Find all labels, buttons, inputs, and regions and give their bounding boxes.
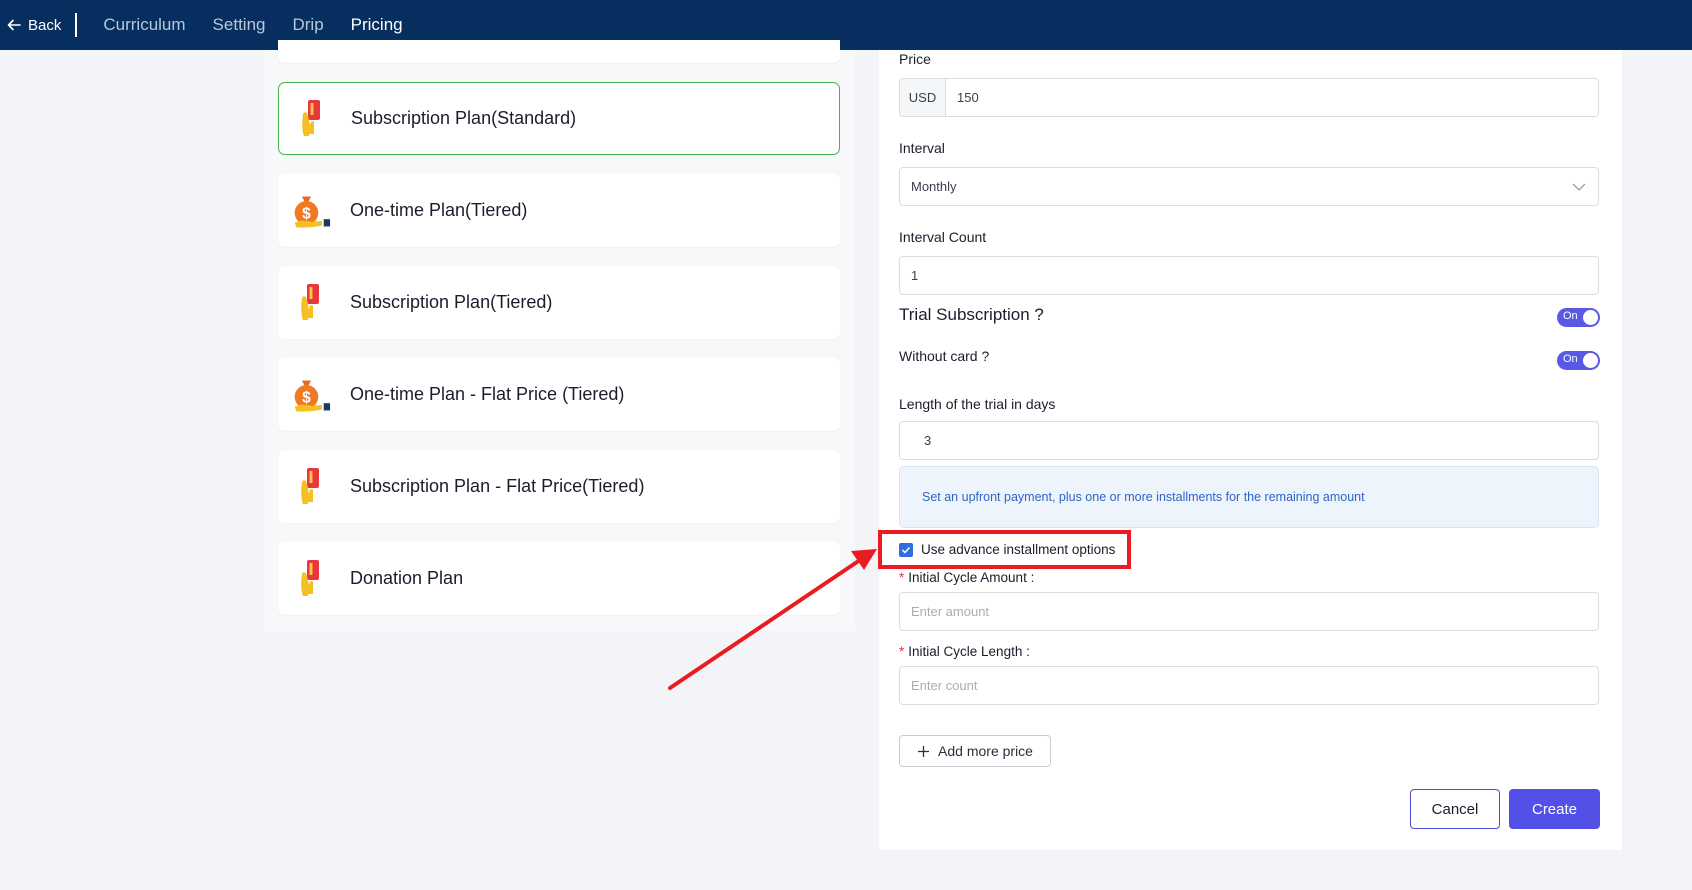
plan-name: Donation Plan (350, 568, 464, 588)
price-input[interactable]: USD 150 (899, 78, 1599, 117)
plan-name: One-time Plan(Tiered) (350, 200, 528, 220)
plan-name: Subscription Plan(Tiered) (350, 292, 553, 312)
trial-length-value: 3 (924, 433, 932, 448)
create-button[interactable]: Create (1509, 789, 1600, 829)
advance-installment-label: Use advance installment options (921, 542, 1116, 557)
without-card-label: Without card ? (899, 348, 990, 364)
money-bag-icon: $ (291, 187, 331, 235)
plan-card-donation[interactable]: Donation Plan (278, 542, 840, 615)
initial-cycle-amount-label: * Initial Cycle Amount : (899, 570, 1035, 585)
add-more-price-label: Add more price (938, 743, 1033, 759)
initial-cycle-length-text: Initial Cycle Length (908, 644, 1023, 659)
interval-select[interactable]: Monthly (899, 167, 1599, 206)
card-hand-icon (292, 95, 332, 143)
initial-cycle-amount-text: Initial Cycle Amount (908, 570, 1027, 585)
back-button[interactable]: Back (0, 13, 61, 37)
nav-divider (75, 13, 78, 37)
interval-count-value: 1 (911, 268, 919, 283)
without-card-toggle[interactable]: On (1557, 351, 1600, 370)
trial-subscription-toggle[interactable]: On (1557, 308, 1600, 327)
toggle-label: On (1563, 310, 1578, 322)
plus-icon (918, 745, 930, 757)
installment-info-banner: Set an upfront payment, plus one or more… (899, 466, 1599, 528)
back-label: Back (28, 16, 62, 34)
interval-value: Monthly (911, 179, 957, 194)
cancel-button[interactable]: Cancel (1410, 789, 1500, 829)
pricing-form: Price USD 150 Interval Monthly Interval … (879, 50, 1622, 850)
interval-label: Interval (899, 140, 945, 156)
plan-card-one-time-flat-tiered[interactable]: $ One-time Plan - Flat Price (Tiered) (278, 358, 840, 431)
trial-length-label: Length of the trial in days (899, 396, 1056, 412)
required-asterisk: * (899, 644, 905, 659)
plan-card-subscription-tiered[interactable]: Subscription Plan(Tiered) (278, 266, 840, 339)
card-hand-icon (291, 279, 331, 327)
tab-setting[interactable]: Setting (213, 15, 266, 35)
initial-cycle-length-label: * Initial Cycle Length : (899, 644, 1030, 659)
currency-badge: USD (900, 79, 946, 116)
advance-installment-checkbox[interactable] (899, 542, 913, 557)
plan-name: Subscription Plan(Standard) (351, 108, 577, 128)
initial-cycle-length-input[interactable]: Enter count (899, 666, 1599, 705)
svg-text:$: $ (302, 205, 311, 222)
tab-drip[interactable]: Drip (292, 15, 323, 35)
required-asterisk: * (899, 570, 905, 585)
checkmark-icon (901, 546, 911, 554)
plan-name: Subscription Plan - Flat Price(Tiered) (350, 476, 645, 496)
price-label: Price (899, 51, 931, 67)
chevron-down-icon (1572, 183, 1586, 191)
plan-card-partial[interactable] (278, 40, 840, 63)
top-nav-bar: Back Curriculum Setting Drip Pricing (0, 0, 1692, 50)
plan-name: One-time Plan - Flat Price (Tiered) (350, 384, 625, 404)
money-bag-icon: $ (291, 371, 331, 419)
plan-card-one-time-tiered[interactable]: $ One-time Plan(Tiered) (278, 174, 840, 247)
advance-installment-option[interactable]: Use advance installment options (899, 542, 1115, 557)
tab-pricing[interactable]: Pricing (351, 15, 403, 35)
initial-cycle-length-placeholder: Enter count (911, 678, 978, 693)
toggle-knob (1583, 310, 1598, 325)
interval-count-label: Interval Count (899, 229, 987, 245)
toggle-label: On (1563, 353, 1578, 365)
tab-curriculum[interactable]: Curriculum (103, 15, 185, 35)
trial-subscription-title: Trial Subscription ? (899, 305, 1044, 324)
add-more-price-button[interactable]: Add more price (899, 735, 1051, 767)
initial-cycle-amount-placeholder: Enter amount (911, 604, 990, 619)
card-hand-icon (291, 463, 331, 511)
price-value: 150 (957, 90, 979, 105)
installment-info-text: Set an upfront payment, plus one or more… (922, 490, 1365, 504)
initial-cycle-amount-input[interactable]: Enter amount (899, 592, 1599, 631)
arrow-left-icon (7, 19, 21, 31)
card-hand-icon (291, 555, 331, 603)
trial-length-input[interactable]: 3 (899, 421, 1599, 460)
plan-list: Subscription Plan(Standard) $ One-time P… (264, 40, 855, 631)
svg-text:$: $ (302, 389, 311, 406)
toggle-knob (1583, 353, 1598, 368)
plan-card-subscription-standard[interactable]: Subscription Plan(Standard) (278, 82, 840, 155)
interval-count-input[interactable]: 1 (899, 256, 1599, 295)
plan-card-subscription-flat-tiered[interactable]: Subscription Plan - Flat Price(Tiered) (278, 450, 840, 523)
